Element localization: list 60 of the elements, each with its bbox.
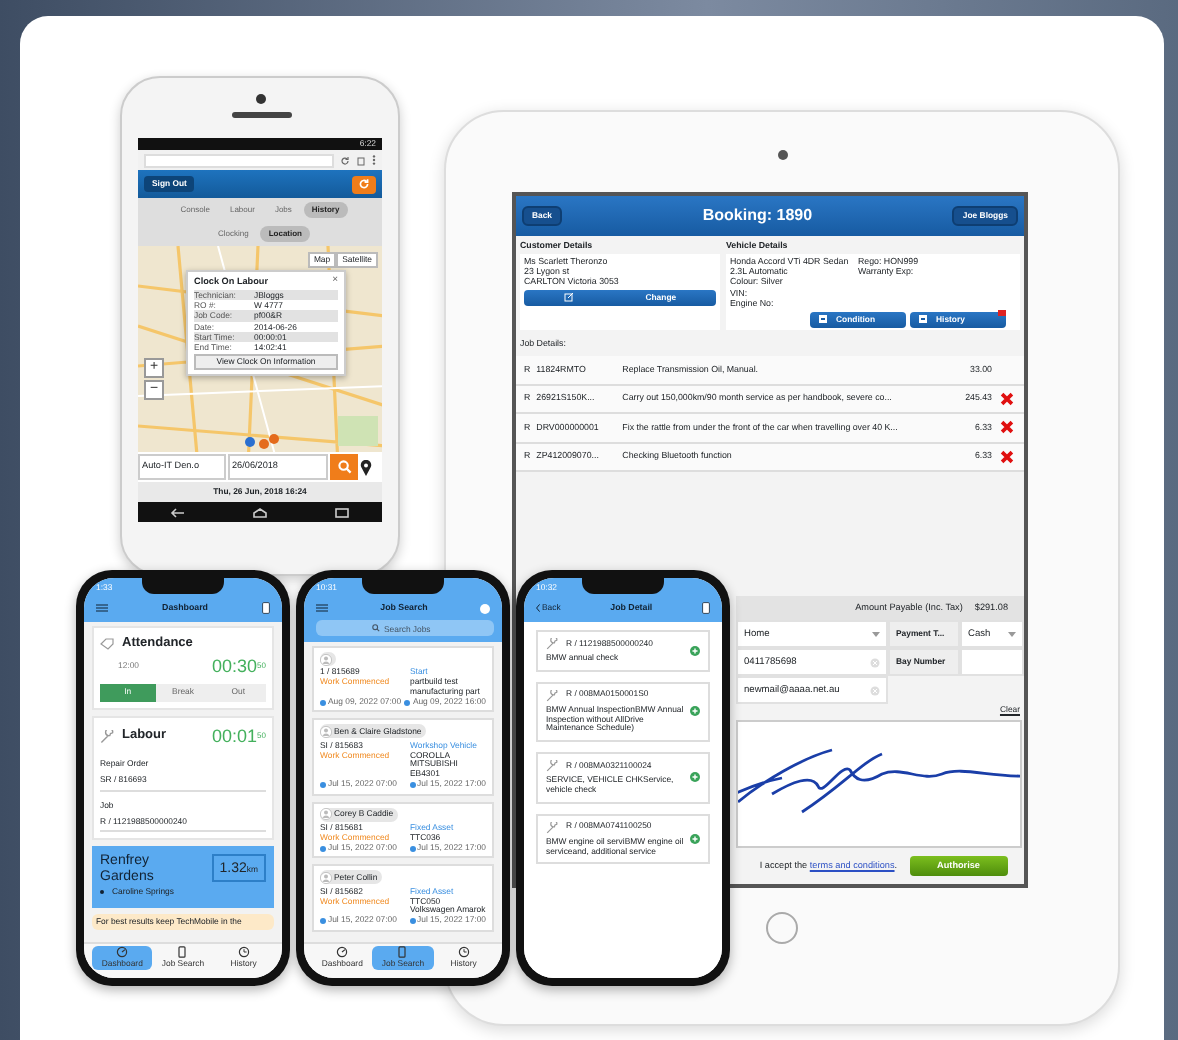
recents-icon[interactable] [333,507,350,517]
clock-icon [320,699,326,706]
phone-notch [582,578,664,594]
avatar-icon [320,871,332,884]
add-icon[interactable] [690,834,700,845]
clock-icon [404,699,411,706]
clear-icon [870,657,880,668]
clock-icon [409,845,416,852]
phone-notch [362,578,444,594]
add-icon[interactable] [690,772,700,783]
avatar-icon [320,725,332,738]
back-icon[interactable] [170,507,187,517]
device-icon[interactable] [701,602,710,614]
map-pins-drawing [244,434,280,452]
history-icon [457,945,470,958]
clock-icon [409,781,416,788]
tag-icon [100,637,114,650]
avatar-icon[interactable] [479,603,490,613]
add-icon[interactable] [690,706,700,717]
tabs-icon[interactable] [356,155,366,165]
device-icon[interactable] [262,602,270,614]
wrench-icon [546,821,558,834]
dashboard-icon [116,945,129,958]
search-icon [372,624,380,632]
notification-badge [998,309,1006,316]
bay-number-field[interactable] [960,648,1024,677]
page-title: Booking: 1890 [702,204,813,228]
edit-icon [563,292,574,303]
history-icon [237,945,250,958]
menu-icon[interactable] [96,604,108,612]
refresh-button[interactable] [352,175,376,193]
wrench-icon [100,729,114,744]
avatar-icon [320,808,332,821]
delete-icon[interactable] [1000,449,1014,464]
signature-pad[interactable] [736,720,1022,848]
clock-icon [320,918,326,925]
clock-icon [320,781,326,788]
wrench-icon [546,689,558,702]
wrench-icon [546,760,558,773]
clear-icon [870,685,880,696]
home-icon[interactable] [251,507,268,517]
menu-icon[interactable] [316,604,328,612]
delete-icon[interactable] [1000,420,1014,435]
refresh-icon[interactable] [340,155,350,165]
phone-notch [142,578,224,594]
delete-icon[interactable] [1000,391,1014,406]
caret-icon [1008,631,1016,638]
caret-icon [872,631,880,638]
search-icon [337,460,351,474]
phone-icon [396,945,409,958]
phone-icon [176,945,189,958]
clock-icon [320,845,326,852]
refresh-icon [358,178,370,190]
clock-icon [409,918,416,925]
dashboard-icon [336,945,349,958]
add-icon[interactable] [690,645,700,656]
location-pin-icon[interactable] [360,459,372,475]
avatar-icon [320,653,332,665]
address-field[interactable] [144,153,334,167]
wrench-icon [546,638,558,650]
